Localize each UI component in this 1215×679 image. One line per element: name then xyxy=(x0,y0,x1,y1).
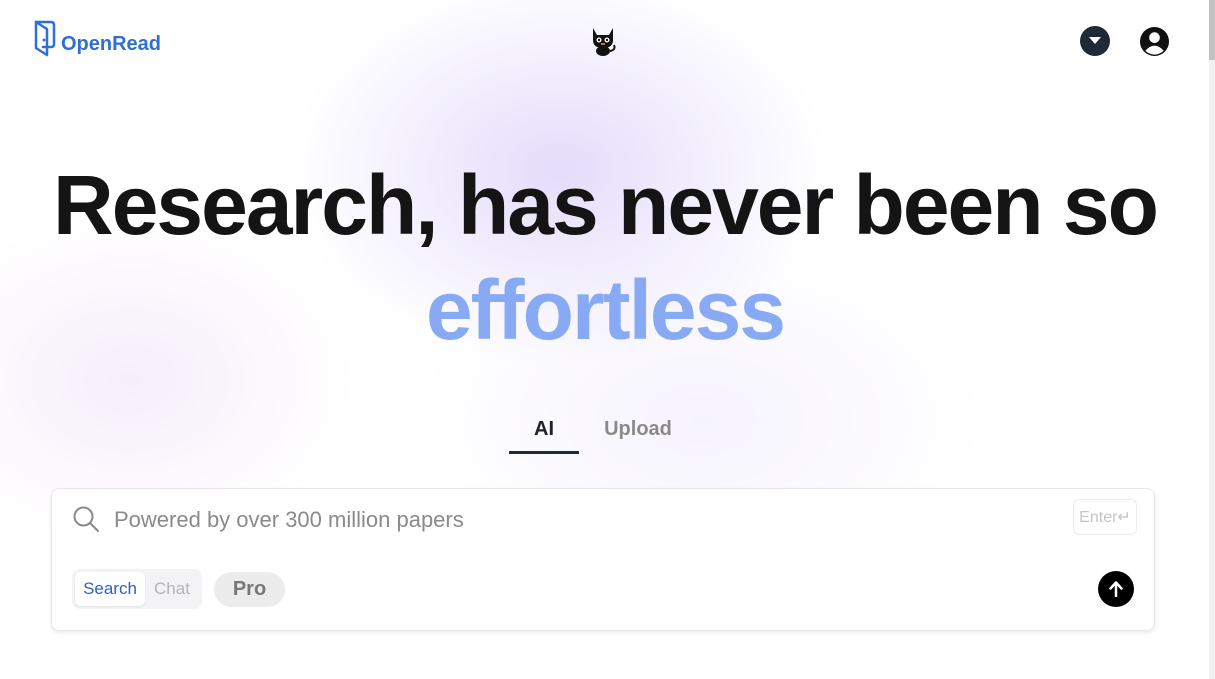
search-icon xyxy=(73,506,99,532)
door-book-icon xyxy=(34,20,56,57)
page-scrollbar[interactable] xyxy=(1209,0,1215,679)
arrow-up-icon xyxy=(1109,581,1123,597)
input-mode-tabs: AI Upload xyxy=(509,410,697,454)
hero-highlight: effortless xyxy=(425,263,786,357)
caret-down-icon xyxy=(1089,37,1101,44)
mode-search-button[interactable]: Search xyxy=(75,572,145,606)
mode-chat-button[interactable]: Chat xyxy=(145,572,199,606)
tab-upload[interactable]: Upload xyxy=(579,410,697,454)
enter-key-hint: Enter↵ xyxy=(1073,499,1137,535)
pro-toggle-button[interactable]: Pro xyxy=(214,572,285,607)
hero-title: Research, has never been so xyxy=(53,158,1159,252)
search-chat-toggle: Search Chat xyxy=(72,569,202,609)
logo-text: OpenRead xyxy=(61,32,162,55)
submit-button[interactable] xyxy=(1098,571,1134,607)
cat-icon xyxy=(593,28,616,56)
scrollbar-thumb[interactable] xyxy=(1209,0,1215,60)
user-avatar-icon[interactable] xyxy=(1139,26,1170,57)
tab-ai[interactable]: AI xyxy=(509,410,579,454)
menu-dropdown-button[interactable] xyxy=(1080,26,1110,56)
page: OpenRead Research, has never been so eff… xyxy=(0,0,1215,679)
openread-logo[interactable]: OpenRead xyxy=(33,20,161,58)
search-card: Enter↵ Search Chat Pro xyxy=(51,488,1155,631)
search-input[interactable] xyxy=(112,501,1016,539)
